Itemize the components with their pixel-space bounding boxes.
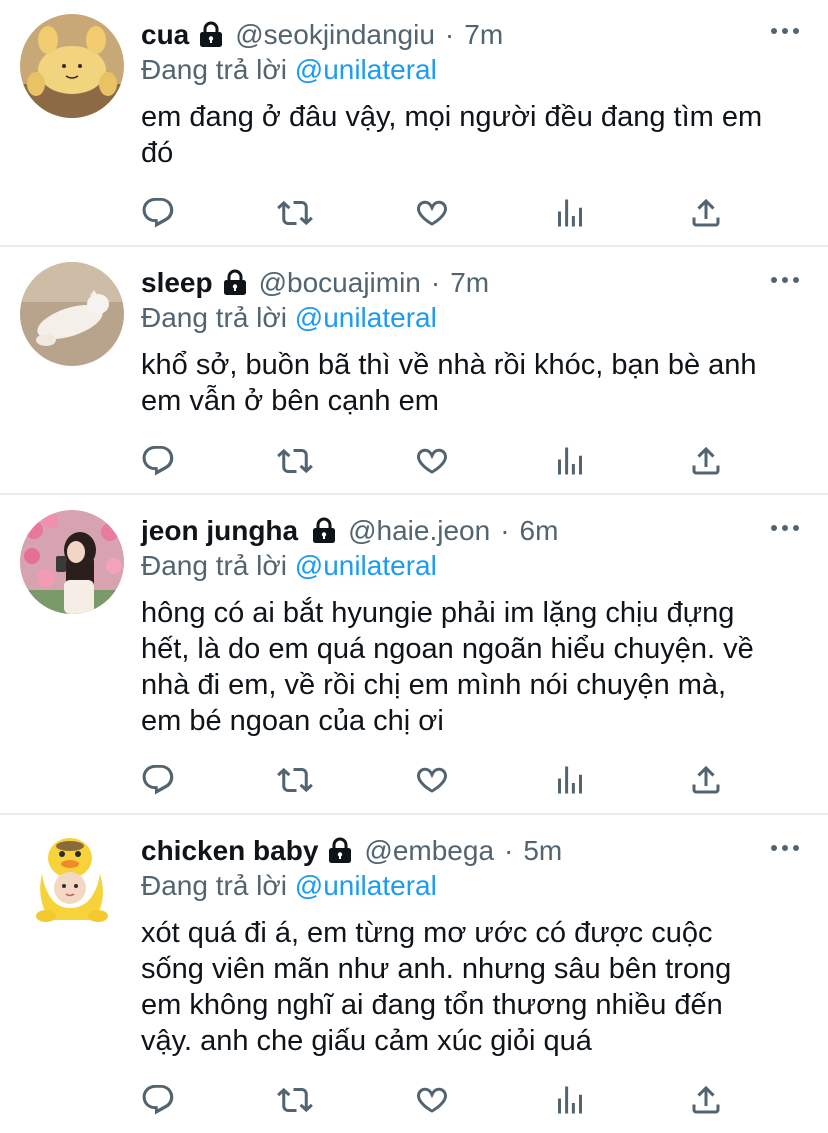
more-icon[interactable] <box>770 25 800 37</box>
replying-to: Đang trả lời @unilateral <box>141 52 437 88</box>
tweet-text: xót quá đi á, em từng mơ ước có được cuộ… <box>141 915 811 1059</box>
replying-to: Đang trả lời @unilateral <box>141 300 437 336</box>
tweet-text-line: nhà đi em, về rồi chị em mình nói chuyện… <box>141 669 727 701</box>
sleeping-cat-image <box>20 262 124 366</box>
separator-dot: · <box>430 267 441 298</box>
views-icon[interactable] <box>552 1082 588 1118</box>
username[interactable]: @embega <box>364 833 494 869</box>
username[interactable]: @bocuajimin <box>259 265 421 301</box>
tweet-3[interactable]: jeon jungha @haie.jeon · 6m Đang trả lời… <box>0 495 828 813</box>
tweet-text-line: đó <box>141 137 174 169</box>
timestamp[interactable]: 7m <box>464 17 503 53</box>
replying-to: Đang trả lời @unilateral <box>141 868 437 904</box>
mention-link[interactable]: @unilateral <box>295 54 437 85</box>
avatar[interactable] <box>20 510 124 614</box>
replying-to-label: Đang trả lời <box>141 550 287 581</box>
tweet-text: em đang ở đâu vậy, mọi người đều đang tì… <box>141 99 811 171</box>
display-name[interactable]: cua <box>141 17 189 53</box>
mention-link[interactable]: @unilateral <box>295 870 437 901</box>
views-icon[interactable] <box>552 443 588 479</box>
retweet-icon[interactable] <box>277 443 313 479</box>
lock-icon <box>197 21 225 49</box>
reply-icon[interactable] <box>140 443 176 479</box>
retweet-icon[interactable] <box>277 195 313 231</box>
timestamp[interactable]: 6m <box>520 513 559 549</box>
like-icon[interactable] <box>414 1082 450 1118</box>
separator-dot: · <box>444 19 455 50</box>
tweet-text-line: em vẫn ở bên cạnh em <box>141 385 439 417</box>
tweet-2[interactable]: sleep @bocuajimin · 7m Đang trả lời @uni… <box>0 247 828 493</box>
lock-icon <box>326 837 354 865</box>
more-icon[interactable] <box>770 522 800 534</box>
tweet-text-line: em đang ở đâu vậy, mọi người đều đang tì… <box>141 101 763 133</box>
timestamp[interactable]: 7m <box>450 265 489 301</box>
lock-icon <box>221 269 249 297</box>
tweet-text-line: sống viên mãn như anh. nhưng sâu bên tro… <box>141 953 732 985</box>
replying-to-label: Đang trả lời <box>141 302 287 333</box>
like-icon[interactable] <box>414 762 450 798</box>
tweet-1[interactable]: cua @seokjindangiu · 7m Đang trả lời @un… <box>0 0 828 246</box>
tweet-4[interactable]: chicken baby @embega · 5m Đang trả lời @… <box>0 815 828 1133</box>
tweet-text-line: em bé ngoan của chị ơi <box>141 705 444 737</box>
tweet-text-line: em không nghĩ ai đang tổn thương nhiều đ… <box>141 989 723 1021</box>
replying-to-label: Đang trả lời <box>141 870 287 901</box>
share-icon[interactable] <box>688 195 724 231</box>
share-icon[interactable] <box>688 1082 724 1118</box>
avatar[interactable] <box>20 830 124 934</box>
avatar[interactable] <box>20 262 124 366</box>
retweet-icon[interactable] <box>277 1082 313 1118</box>
views-icon[interactable] <box>552 762 588 798</box>
tweet-text-line: vậy. anh che giấu cảm xúc giỏi quá <box>141 1025 592 1057</box>
views-icon[interactable] <box>552 195 588 231</box>
display-name[interactable]: sleep <box>141 265 213 301</box>
duck-costume-image <box>20 830 124 934</box>
tweet-text-line: khổ sở, buồn bã thì về nhà rồi khóc, bạn… <box>141 349 757 381</box>
replying-to: Đang trả lời @unilateral <box>141 548 437 584</box>
tweet-text: hông có ai bắt hyungie phải im lặng chịu… <box>141 595 811 739</box>
tweet-text-line: hông có ai bắt hyungie phải im lặng chịu… <box>141 597 735 629</box>
tweet-text-line: hết, là do em quá ngoan ngoãn hiểu chuyệ… <box>141 633 754 665</box>
username[interactable]: @seokjindangiu <box>235 17 435 53</box>
mention-link[interactable]: @unilateral <box>295 302 437 333</box>
reply-icon[interactable] <box>140 1082 176 1118</box>
reply-icon[interactable] <box>140 195 176 231</box>
retweet-icon[interactable] <box>277 762 313 798</box>
lock-icon <box>310 517 338 545</box>
crab-plush-image <box>20 14 124 118</box>
like-icon[interactable] <box>414 443 450 479</box>
avatar[interactable] <box>20 14 124 118</box>
display-name[interactable]: jeon jungha <box>141 513 298 549</box>
display-name[interactable]: chicken baby <box>141 833 318 869</box>
tweet-text: khổ sở, buồn bã thì về nhà rồi khóc, bạn… <box>141 347 811 419</box>
share-icon[interactable] <box>688 443 724 479</box>
more-icon[interactable] <box>770 274 800 286</box>
replying-to-label: Đang trả lời <box>141 54 287 85</box>
mention-link[interactable]: @unilateral <box>295 550 437 581</box>
reply-icon[interactable] <box>140 762 176 798</box>
username[interactable]: @haie.jeon <box>348 513 490 549</box>
more-icon[interactable] <box>770 842 800 854</box>
separator-dot: · <box>500 515 510 546</box>
like-icon[interactable] <box>414 195 450 231</box>
share-icon[interactable] <box>688 762 724 798</box>
tweet-text-line: xót quá đi á, em từng mơ ước có được cuộ… <box>141 917 713 949</box>
timestamp[interactable]: 5m <box>523 833 562 869</box>
girl-with-flowers-image <box>20 510 124 614</box>
separator-dot: · <box>504 835 514 866</box>
